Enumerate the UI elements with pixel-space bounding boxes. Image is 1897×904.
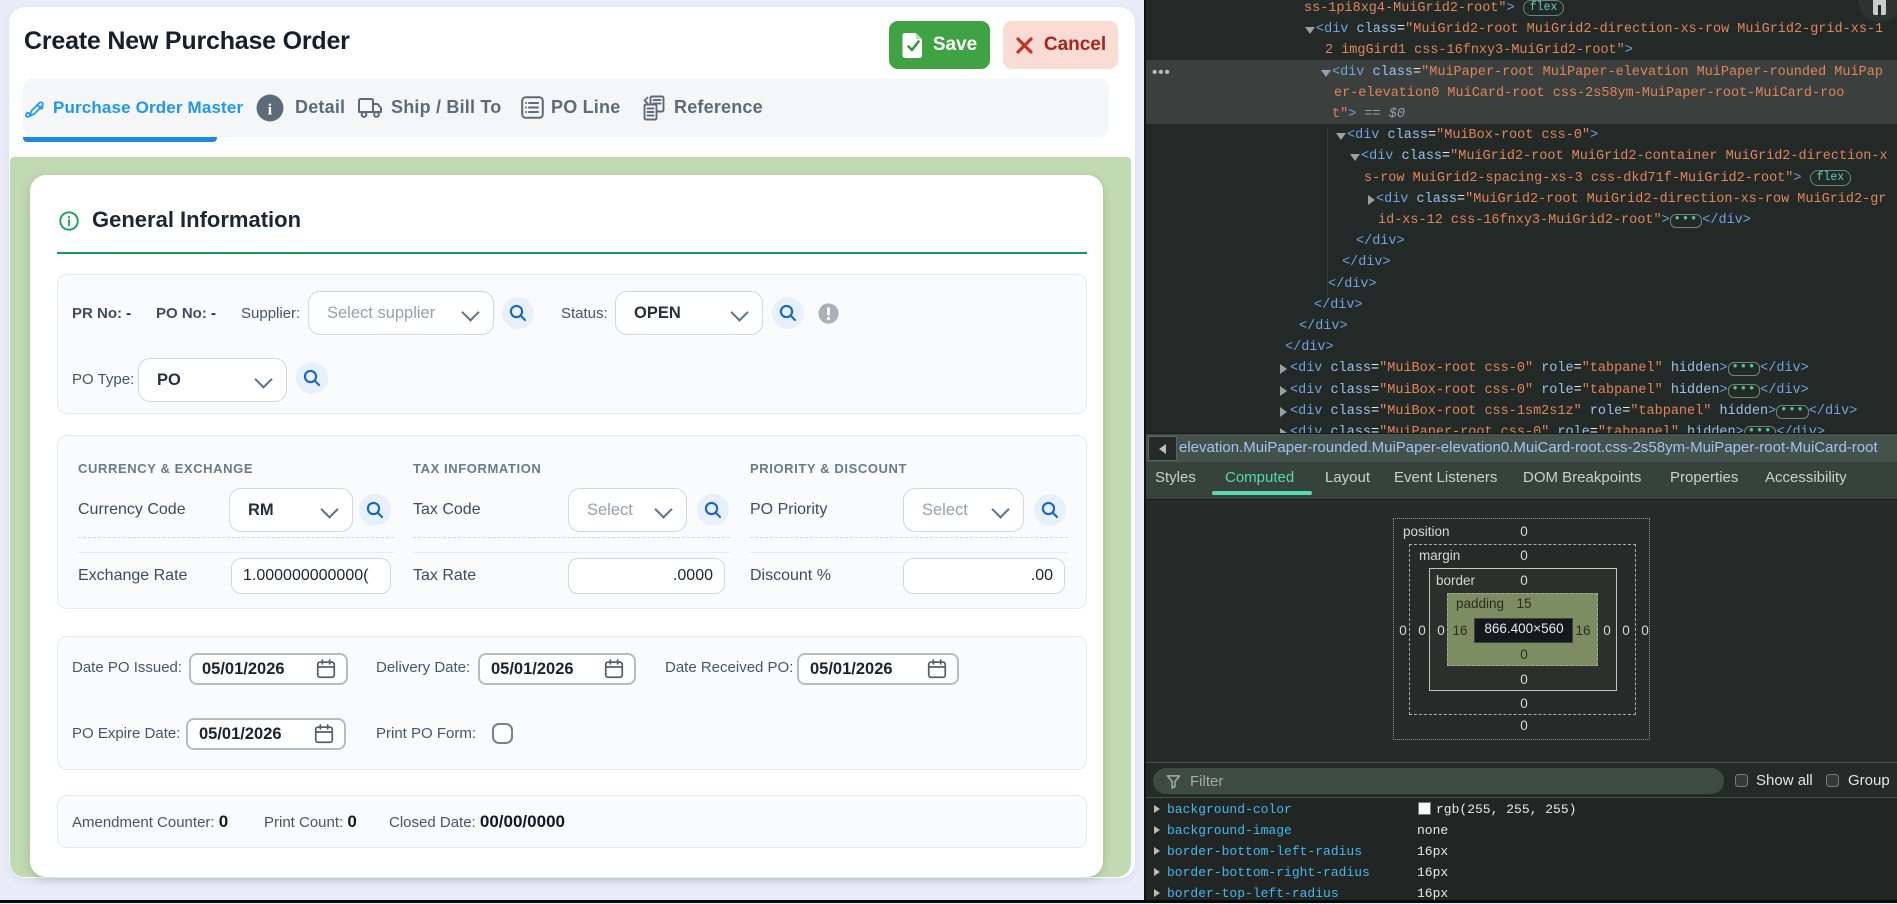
svg-text:i: i <box>268 101 273 118</box>
